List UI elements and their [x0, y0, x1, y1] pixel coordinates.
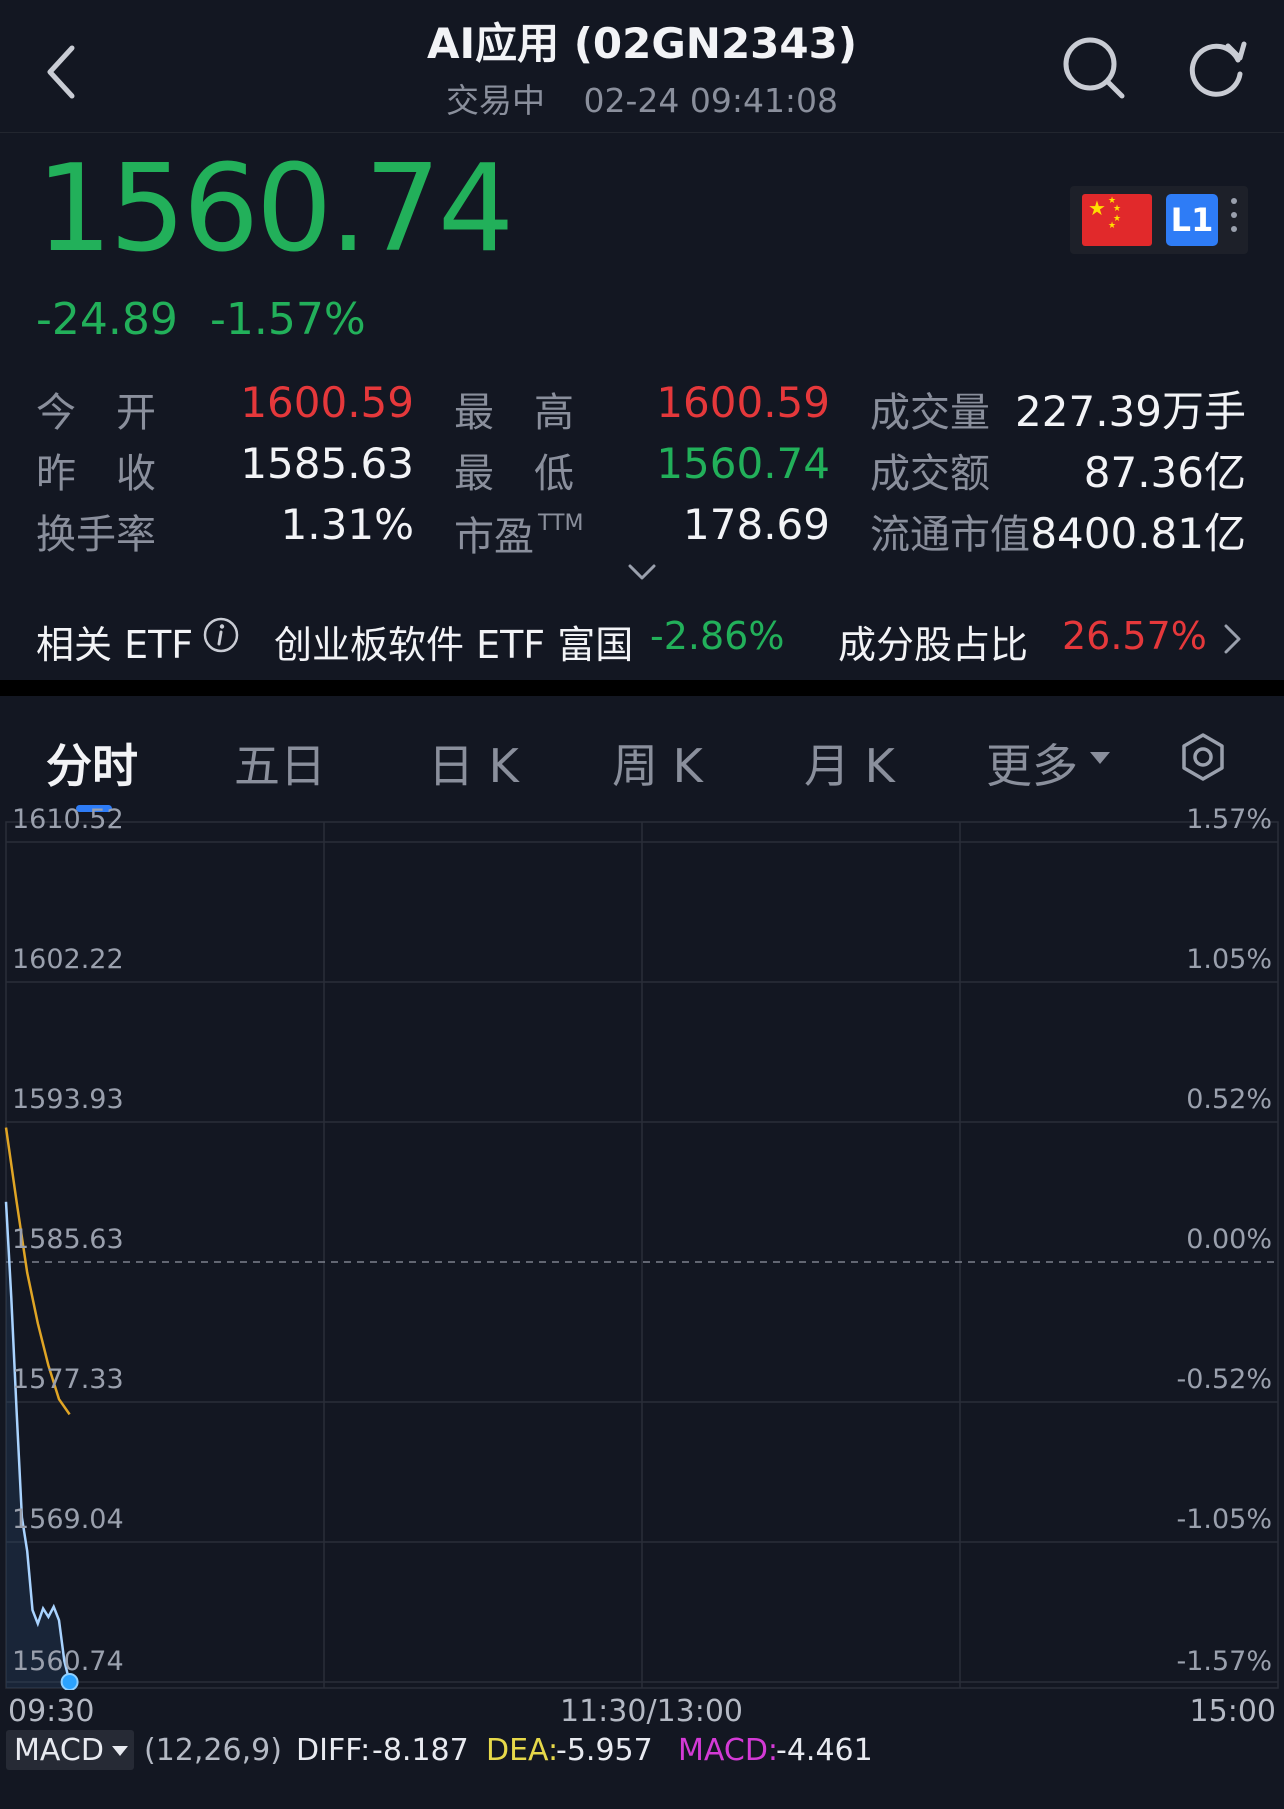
y-percent-tick-label: -0.52%: [1176, 1364, 1272, 1396]
macd-diff-label: DIFF:: [296, 1733, 371, 1768]
y-percent-tick-label: 0.52%: [1186, 1083, 1272, 1115]
stat-prev-close-label: 昨 收: [36, 451, 156, 497]
stat-high-label: 最 高: [454, 390, 574, 436]
macd-diff-value: -8.187: [372, 1733, 469, 1768]
macd-dea-value: -5.957: [556, 1733, 653, 1768]
china-flag-icon: ★ ★ ★ ★ ★: [1082, 194, 1152, 246]
y-price-tick-label: 1593.93: [12, 1083, 124, 1115]
settings-icon[interactable]: [1178, 732, 1228, 782]
macd-value: -4.461: [776, 1733, 873, 1768]
stat-pe-label-text: 市盈: [454, 514, 534, 560]
stat-turnover-label: 换手率: [36, 512, 156, 558]
constituent-weight-value: 26.57%: [1062, 614, 1207, 658]
related-etf-change: -2.86%: [650, 614, 785, 658]
y-percent-tick-label: -1.05%: [1176, 1503, 1272, 1535]
tab-intraday[interactable]: 分时: [46, 730, 138, 796]
stat-pe-ttm: TTM: [538, 510, 584, 536]
trading-status: 交易中: [445, 81, 545, 120]
y-price-tick-label: 1560.74: [12, 1646, 124, 1677]
more-dropdown-icon[interactable]: [1090, 752, 1110, 764]
section-divider: [0, 680, 1284, 696]
indicator-selector[interactable]: MACD: [6, 1730, 134, 1770]
price-change: -24.89: [36, 294, 178, 345]
x-tick-open: 09:30: [8, 1694, 95, 1729]
y-percent-tick-label: 1.57%: [1186, 804, 1272, 835]
y-percent-tick-label: 1.05%: [1186, 944, 1272, 976]
more-options-icon[interactable]: [1226, 194, 1242, 246]
stat-float-cap-label: 流通市值: [870, 512, 1030, 558]
related-etf-label: 相关 ETF: [36, 623, 194, 667]
related-etf-row[interactable]: 相关 ETF 创业板软件 ETF 富国 -2.86% 成分股占比 26.57%: [0, 600, 1284, 680]
tab-weekly-k[interactable]: 周 K: [612, 730, 703, 796]
y-price-tick-label: 1569.04: [12, 1503, 124, 1535]
stat-volume-label: 成交量: [870, 390, 990, 436]
price-area-fill: [6, 1201, 70, 1688]
indicator-selector-label: MACD: [14, 1733, 104, 1768]
stat-turnover-value: 1.31%: [280, 500, 414, 549]
refresh-icon[interactable]: [1178, 30, 1254, 106]
level1-badge: L1: [1166, 194, 1218, 246]
y-percent-tick-label: -1.57%: [1176, 1646, 1272, 1677]
chevron-right-icon[interactable]: [1222, 622, 1244, 656]
tab-five-day[interactable]: 五日: [234, 730, 326, 796]
y-price-tick-label: 1610.52: [12, 804, 124, 835]
price-change-percent: -1.57%: [210, 294, 366, 345]
x-tick-midday: 11:30/13:00: [560, 1694, 744, 1729]
x-tick-close: 15:00: [1189, 1694, 1276, 1729]
related-etf-name[interactable]: 创业板软件 ETF 富国: [274, 614, 633, 669]
macd-indicator-row: MACD (12,26,9) DIFF: -8.187 DEA: -5.957 …: [0, 1728, 1284, 1772]
tab-more[interactable]: 更多: [986, 730, 1078, 796]
y-price-tick-label: 1585.63: [12, 1224, 124, 1255]
stat-amount-label: 成交额: [870, 451, 990, 497]
macd-params: (12,26,9): [144, 1733, 282, 1768]
indicator-dropdown-icon: [112, 1746, 128, 1756]
y-price-tick-label: 1602.22: [12, 944, 124, 976]
last-price: 1560.74: [36, 140, 514, 279]
stat-amount-value: 87.36亿: [1083, 448, 1246, 497]
stat-high-value: 1600.59: [656, 378, 830, 427]
stat-pe-value: 178.69: [683, 500, 830, 549]
stat-float-cap-value: 8400.81亿: [1030, 509, 1246, 558]
stat-low-label: 最 低: [454, 451, 574, 497]
macd-dea-label: DEA:: [486, 1733, 559, 1768]
expand-chevron-icon[interactable]: [626, 560, 658, 584]
stat-prev-close-value: 1585.63: [240, 439, 414, 488]
stat-low-value: 1560.74: [656, 439, 830, 488]
search-icon[interactable]: [1056, 30, 1132, 106]
constituent-weight-label: 成分股占比: [838, 623, 1029, 667]
tab-monthly-k[interactable]: 月 K: [804, 730, 895, 796]
y-percent-tick-label: 0.00%: [1186, 1224, 1272, 1255]
stat-volume-value: 227.39万手: [1015, 387, 1246, 436]
tab-daily-k[interactable]: 日 K: [428, 730, 519, 796]
y-price-tick-label: 1577.33: [12, 1364, 124, 1396]
stat-pe-label: 市盈 TTM: [454, 504, 583, 562]
stat-open-label: 今 开: [36, 390, 156, 436]
macd-value-label: MACD:: [678, 1733, 779, 1768]
stat-open-value: 1600.59: [240, 378, 414, 427]
quote-timestamp: 02-24 09:41:08: [583, 81, 839, 120]
intraday-chart[interactable]: [0, 818, 1284, 1690]
top-bar: AI应用 (02GN2343) 交易中 02-24 09:41:08: [0, 0, 1284, 133]
info-icon[interactable]: [202, 616, 240, 654]
